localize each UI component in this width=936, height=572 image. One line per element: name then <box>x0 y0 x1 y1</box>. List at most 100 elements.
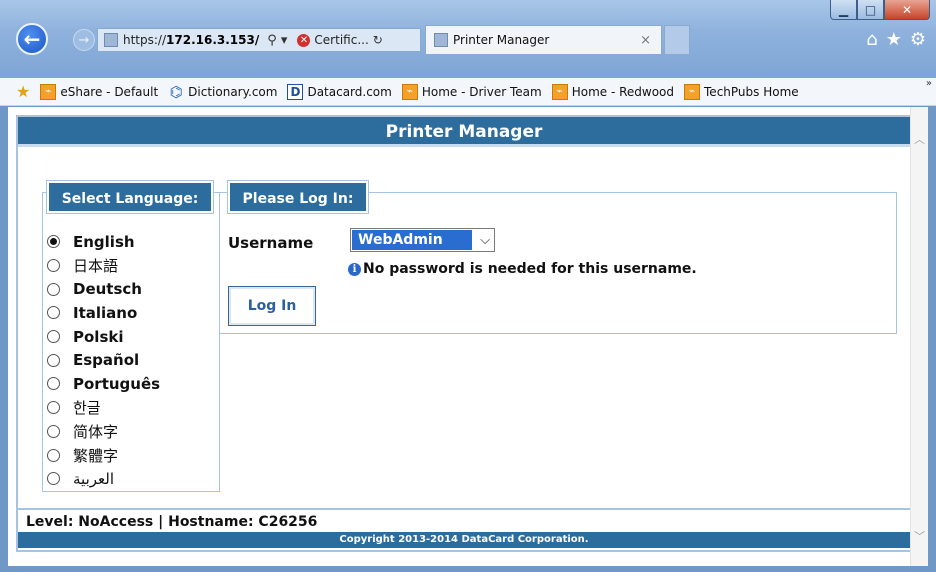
info-icon: i <box>348 262 361 276</box>
language-label: 日本語 <box>73 257 119 276</box>
certificate-error-icon[interactable]: ✕ <box>297 33 311 47</box>
username-label: Username <box>228 234 314 252</box>
orange-feed-icon: ⌁ <box>401 83 418 100</box>
language-list: English 日本語 Deutsch Italiano Polski Espa… <box>47 230 160 491</box>
radio-button[interactable] <box>47 259 60 273</box>
favorites-bar: ★ ⌁ eShare - Default ⌬ Dictionary.com D … <box>0 78 936 106</box>
url-prefix: https:// <box>123 33 167 47</box>
language-section-title: Select Language: <box>46 180 214 214</box>
maximize-button[interactable]: □ <box>857 0 884 20</box>
orange-feed-icon: ⌁ <box>684 83 701 100</box>
new-tab-button[interactable] <box>664 25 690 54</box>
forward-button[interactable]: → <box>73 29 95 51</box>
language-label: 한글 <box>73 399 101 418</box>
favorites-star-icon[interactable]: ★ <box>886 29 902 50</box>
password-info-message: i No password is needed for this usernam… <box>348 261 697 277</box>
tab-printer-manager[interactable]: Printer Manager × <box>425 25 662 54</box>
radio-button[interactable] <box>47 282 60 296</box>
address-url[interactable]: https://172.16.3.153/ <box>123 33 259 47</box>
language-label: Italiano <box>73 303 138 322</box>
language-label: 繁體字 <box>73 446 119 465</box>
back-arrow-icon: ← <box>23 27 41 51</box>
copyright-bar: Copyright 2013-2014 DataCard Corporation… <box>18 532 910 548</box>
favorite-redwood[interactable]: ⌁ Home - Redwood <box>551 83 675 100</box>
address-bar[interactable]: https://172.16.3.153/ ⚲ ▾ ✕ Certific... … <box>97 28 421 52</box>
language-label: Deutsch <box>73 280 142 299</box>
radio-button[interactable] <box>47 306 60 320</box>
status-bar: Level: NoAccess | Hostname: C26256 <box>18 508 910 532</box>
radio-button[interactable] <box>47 401 60 415</box>
search-icon[interactable]: ⚲ ▾ <box>267 33 287 48</box>
language-label: 简体字 <box>73 422 119 441</box>
settings-gear-icon[interactable]: ⚙ <box>910 29 926 50</box>
window-controls: ▁ □ ✕ <box>830 0 930 20</box>
dictionary-icon: ⌬ <box>169 82 183 101</box>
page-viewport: Printer Manager Select Language: English… <box>8 107 928 566</box>
orange-feed-icon: ⌁ <box>40 83 57 100</box>
back-button[interactable]: ← <box>16 23 48 55</box>
tab-title: Printer Manager <box>453 33 550 47</box>
radio-button[interactable] <box>47 472 60 486</box>
scroll-up-icon[interactable]: ︿ <box>914 131 925 147</box>
favorite-label: Datacard.com <box>307 84 392 99</box>
language-option-english[interactable]: English <box>47 230 160 254</box>
site-favicon-icon <box>104 33 118 47</box>
favorite-datacard[interactable]: D Datacard.com <box>287 83 392 100</box>
language-label: English <box>73 232 135 251</box>
favorite-dictionary[interactable]: ⌬ Dictionary.com <box>168 82 278 101</box>
radio-button[interactable] <box>47 448 60 462</box>
favorite-label: TechPubs Home <box>704 84 799 99</box>
language-option-polish[interactable]: Polski <box>47 325 160 349</box>
home-icon[interactable]: ⌂ <box>866 29 877 50</box>
language-option-korean[interactable]: 한글 <box>47 396 160 420</box>
favorite-label: Home - Redwood <box>571 84 675 99</box>
language-option-japanese[interactable]: 日本語 <box>47 254 160 278</box>
forward-arrow-icon: → <box>78 32 90 48</box>
scroll-down-icon[interactable]: ﹀ <box>914 528 925 544</box>
language-option-portuguese[interactable]: Português <box>47 372 160 396</box>
favorite-label: Home - Driver Team <box>421 84 542 99</box>
printer-manager-app: Printer Manager Select Language: English… <box>16 115 912 552</box>
language-label: Polski <box>73 327 124 346</box>
radio-button[interactable] <box>47 235 60 249</box>
certificate-error-label[interactable]: Certific... <box>314 33 368 47</box>
favorite-eshare[interactable]: ⌁ eShare - Default <box>40 83 159 100</box>
chevron-down-icon[interactable]: ⌵ <box>480 233 490 248</box>
language-label: العربية <box>73 469 114 488</box>
navigation-bar: ← → https://172.16.3.153/ ⚲ ▾ ✕ Certific… <box>0 18 936 58</box>
tab-close-icon[interactable]: × <box>640 33 651 48</box>
refresh-icon[interactable]: ↻ <box>373 33 383 47</box>
language-option-simplified-chinese[interactable]: 简体字 <box>47 420 160 444</box>
tab-favicon-icon <box>434 33 448 47</box>
favorite-label: Dictionary.com <box>188 84 278 99</box>
language-selector: Select Language: English 日本語 Deutsch Ita… <box>42 180 220 492</box>
radio-button[interactable] <box>47 377 60 391</box>
language-option-german[interactable]: Deutsch <box>47 277 160 301</box>
radio-button[interactable] <box>47 330 60 344</box>
favorite-driver-team[interactable]: ⌁ Home - Driver Team <box>401 83 542 100</box>
login-button[interactable]: Log In <box>228 286 316 326</box>
browser-title-bar: ▁ □ ✕ ← → https://172.16.3.153/ ⚲ ▾ ✕ Ce… <box>0 0 936 78</box>
login-section-title: Please Log In: <box>227 180 369 214</box>
language-option-italian[interactable]: Italiano <box>47 301 160 325</box>
language-option-arabic[interactable]: العربية <box>47 467 160 491</box>
username-select[interactable]: WebAdmin ⌵ <box>350 228 495 252</box>
add-favorites-icon[interactable]: ★ <box>16 82 30 101</box>
favorite-techpubs[interactable]: ⌁ TechPubs Home <box>684 83 799 100</box>
minimize-button[interactable]: ▁ <box>830 0 857 20</box>
close-window-button[interactable]: ✕ <box>884 0 930 20</box>
vertical-scrollbar[interactable]: ︿ ﹀ <box>910 107 928 566</box>
radio-button[interactable] <box>47 424 60 438</box>
language-option-traditional-chinese[interactable]: 繁體字 <box>47 443 160 467</box>
language-option-spanish[interactable]: Español <box>47 348 160 372</box>
info-text: No password is needed for this username. <box>363 261 697 277</box>
radio-button[interactable] <box>47 353 60 367</box>
chevron-more-icon[interactable]: » <box>926 78 932 89</box>
language-label: Español <box>73 351 140 370</box>
url-host: 172.16.3.153/ <box>166 33 260 47</box>
language-label: Português <box>73 374 161 393</box>
username-selected-value: WebAdmin <box>352 230 472 250</box>
favorite-label: eShare - Default <box>60 84 159 99</box>
page-title: Printer Manager <box>18 117 910 147</box>
browser-toolbar-icons: ⌂ ★ ⚙ <box>866 29 926 50</box>
